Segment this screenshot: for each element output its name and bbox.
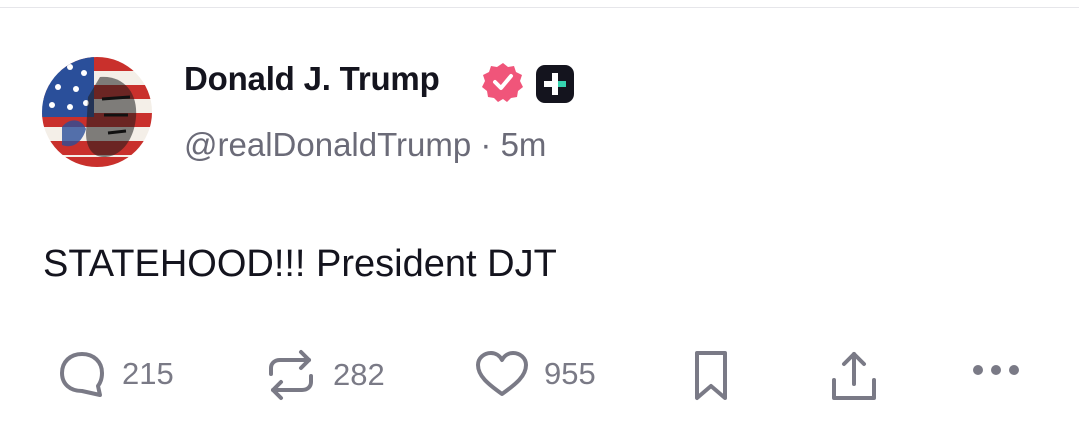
reply-icon (60, 352, 104, 397)
bookmark-button[interactable] (689, 348, 733, 404)
more-dots-icon (973, 365, 1019, 375)
plus-badge-icon (536, 65, 574, 103)
reply-button[interactable]: 215 (56, 348, 174, 400)
post-text: STATEHOOD!!! President DJT (43, 243, 557, 285)
avatar-image (42, 57, 152, 167)
timestamp[interactable]: 5m (501, 126, 547, 163)
more-options-button[interactable] (968, 360, 1024, 380)
heart-icon (476, 351, 528, 396)
verified-badge-icon (482, 63, 523, 102)
reply-count: 215 (122, 356, 174, 391)
repost-count: 282 (333, 357, 385, 392)
separator: · (480, 126, 492, 163)
like-button[interactable]: 955 (474, 348, 596, 400)
handle-row: @realDonaldTrump · 5m (184, 126, 546, 164)
repost-icon (269, 350, 313, 400)
like-count: 955 (544, 356, 596, 391)
share-icon (832, 352, 876, 400)
bookmark-icon (695, 351, 727, 400)
avatar[interactable] (42, 57, 152, 167)
share-button[interactable] (826, 348, 882, 404)
top-divider (0, 7, 1079, 8)
repost-button[interactable]: 282 (263, 348, 385, 402)
handle[interactable]: @realDonaldTrump (184, 126, 471, 163)
display-name[interactable]: Donald J. Trump (184, 60, 440, 98)
